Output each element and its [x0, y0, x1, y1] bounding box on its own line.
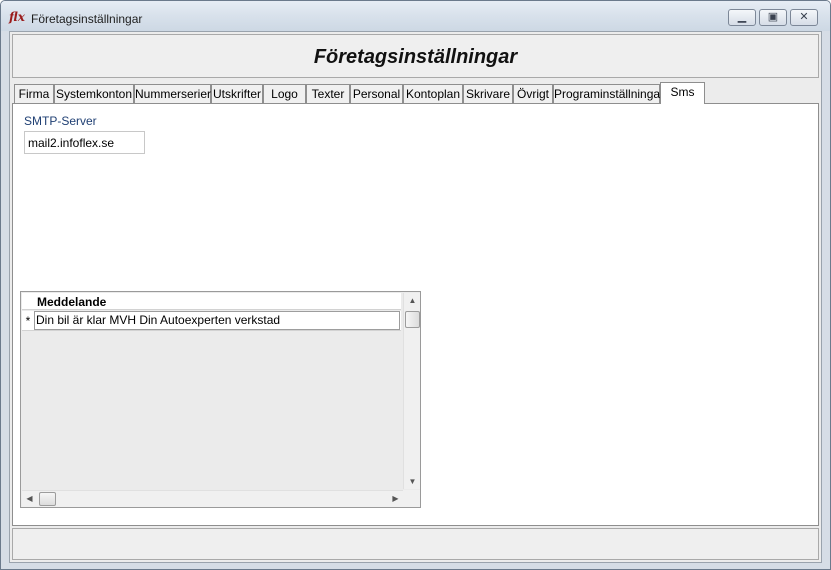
tab-ovrigt[interactable]: Övrigt — [513, 84, 553, 103]
tab-utskrifter[interactable]: Utskrifter — [211, 84, 263, 103]
scroll-left-icon[interactable]: ◀ — [22, 491, 37, 507]
horizontal-scrollbar[interactable]: ◀ ▶ — [22, 490, 403, 507]
horizontal-scroll-thumb[interactable] — [39, 492, 56, 506]
grid-header: Meddelande — [22, 293, 401, 310]
tab-logo[interactable]: Logo — [263, 84, 306, 103]
smtp-server-label: SMTP-Server — [24, 114, 97, 128]
tab-programinstallningar[interactable]: Programinställningar — [553, 84, 664, 103]
smtp-server-input[interactable] — [24, 131, 145, 154]
close-icon: ✕ — [799, 11, 809, 23]
tab-firma[interactable]: Firma — [14, 84, 54, 103]
scroll-up-icon[interactable]: ▲ — [404, 293, 421, 308]
tab-nummerserier[interactable]: Nummerserier — [134, 84, 211, 103]
tab-personal[interactable]: Personal — [350, 84, 403, 103]
page-title: Företagsinställningar — [313, 46, 518, 68]
tab-skrivare[interactable]: Skrivare — [463, 84, 513, 103]
app-logo-icon: flx — [9, 10, 25, 24]
table-row[interactable]: * Din bil är klar MVH Din Autoexperten v… — [22, 311, 401, 331]
header-panel: Företagsinställningar — [12, 34, 819, 78]
column-header-meddelande[interactable]: Meddelande — [37, 295, 106, 309]
minimize-icon: ▁ — [737, 11, 747, 23]
maximize-icon: ▣ — [767, 11, 779, 23]
scroll-right-icon[interactable]: ▶ — [388, 491, 403, 507]
new-row-marker: * — [25, 314, 31, 328]
status-bar — [12, 528, 819, 560]
message-grid[interactable]: Meddelande * Din bil är klar MVH Din Aut… — [20, 291, 421, 508]
message-cell[interactable]: Din bil är klar MVH Din Autoexperten ver… — [34, 311, 400, 330]
application-window: flx Företagsinställningar ▁ ▣ ✕ Företags… — [0, 0, 831, 570]
vertical-scrollbar[interactable]: ▲ ▼ — [403, 293, 420, 489]
tab-sms[interactable]: Sms — [660, 82, 705, 104]
maximize-button[interactable]: ▣ — [759, 9, 787, 26]
scroll-down-icon[interactable]: ▼ — [404, 474, 421, 489]
minimize-button[interactable]: ▁ — [728, 9, 756, 26]
sms-tab-page: SMTP-Server Meddelande * Din bil är klar… — [12, 103, 819, 526]
client-area: Företagsinställningar Firma Systemkonton… — [9, 31, 822, 563]
tab-kontoplan[interactable]: Kontoplan — [403, 84, 463, 103]
tab-texter[interactable]: Texter — [306, 84, 350, 103]
close-button[interactable]: ✕ — [790, 9, 818, 26]
title-bar[interactable]: flx Företagsinställningar ▁ ▣ ✕ — [1, 1, 830, 31]
tab-systemkonton[interactable]: Systemkonton — [54, 84, 134, 103]
scrollbar-corner — [403, 490, 420, 507]
window-title: Företagsinställningar — [31, 12, 143, 26]
vertical-scroll-thumb[interactable] — [405, 311, 420, 328]
